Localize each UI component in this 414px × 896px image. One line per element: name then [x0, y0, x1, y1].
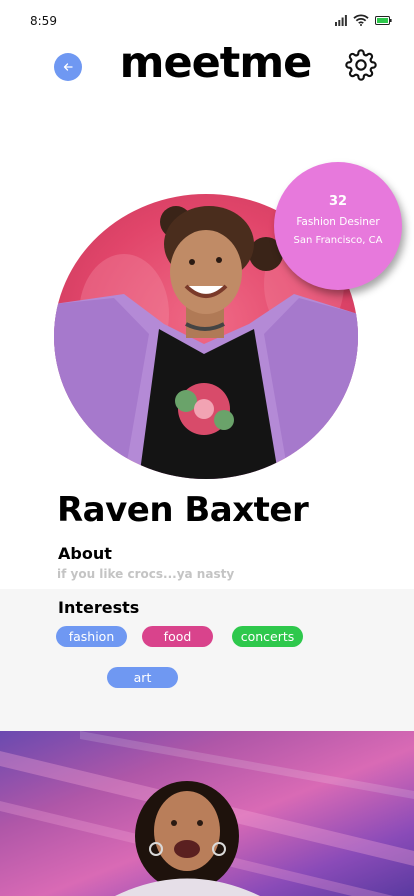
profile-location: San Francisco, CA [293, 235, 383, 246]
interest-chip-concerts[interactable]: concerts [232, 626, 303, 647]
status-time: 8:59 [30, 14, 57, 28]
interests-heading: Interests [58, 598, 140, 617]
profile-name: Raven Baxter [57, 490, 309, 530]
interest-chip-fashion[interactable]: fashion [56, 626, 127, 647]
signal-icon [335, 14, 347, 26]
gear-icon [345, 49, 377, 81]
interest-chip-art[interactable]: art [107, 667, 178, 688]
profile-job: Fashion Desiner [296, 216, 380, 228]
settings-button[interactable] [345, 49, 377, 81]
status-icons [335, 14, 392, 26]
about-text: if you like crocs...ya nasty [57, 567, 235, 581]
interests-panel: Interests fashion food concerts art [0, 589, 414, 731]
status-bar: 8:59 [0, 0, 414, 40]
info-bubble: 32 Fashion Desiner San Francisco, CA [274, 162, 402, 290]
wifi-icon [353, 14, 369, 26]
bottom-photo [0, 731, 414, 896]
about-heading: About [58, 544, 112, 563]
profile-age: 32 [328, 194, 348, 209]
battery-icon [375, 15, 392, 25]
interest-chip-food[interactable]: food [142, 626, 213, 647]
